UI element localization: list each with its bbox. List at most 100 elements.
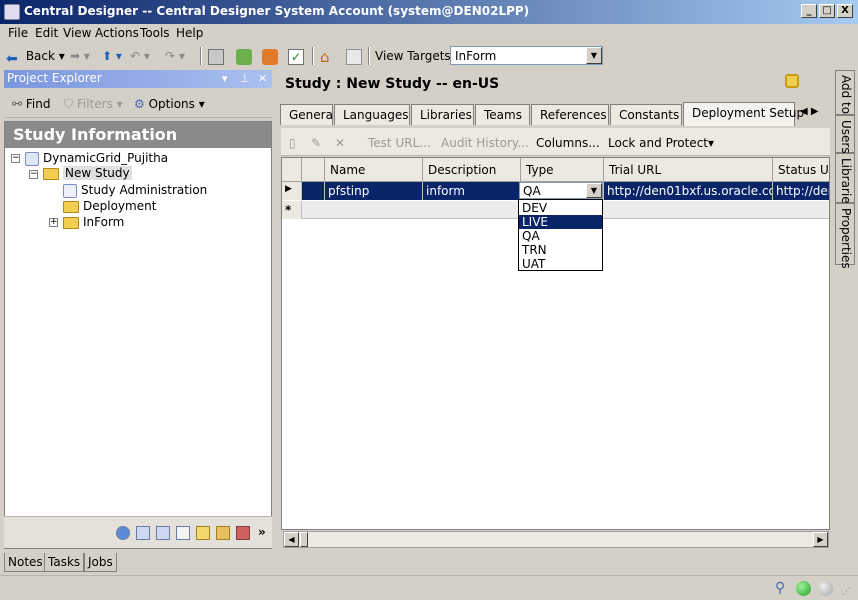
type-option-qa[interactable]: QA	[519, 229, 602, 243]
audit-history-button[interactable]: Audit History...	[441, 136, 529, 150]
forward-button[interactable]: ➡ ▾	[70, 46, 90, 66]
expand-icon[interactable]: +	[49, 218, 58, 227]
scroll-left-icon[interactable]: ◀	[284, 532, 299, 547]
dock-tab-properties[interactable]: Properties	[835, 203, 855, 269]
horizontal-scrollbar[interactable]: ◀ ▶	[283, 531, 829, 548]
tab-deployment-setup[interactable]: Deployment Setup	[683, 102, 804, 126]
scroll-right-icon[interactable]: ▶	[813, 532, 828, 547]
toolbar-separator	[200, 47, 202, 65]
column-header-type[interactable]: Type	[521, 158, 604, 182]
tab-libraries[interactable]: Libraries	[411, 104, 474, 125]
new-row-icon[interactable]: ▯	[289, 136, 296, 150]
more-icon[interactable]: »	[258, 525, 266, 539]
redo-button[interactable]: ↷ ▾	[165, 46, 185, 66]
column-header-status-url[interactable]: Status UR	[773, 158, 829, 182]
type-option-trn[interactable]: TRN	[519, 243, 602, 257]
menu-actions[interactable]: Actions	[95, 26, 139, 40]
tab-general[interactable]: General	[280, 104, 336, 125]
table-cell[interactable]	[302, 182, 325, 200]
document-view-icon[interactable]	[176, 526, 190, 540]
connection-icon: ⚲	[775, 580, 786, 596]
tab-tasks[interactable]: Tasks	[44, 553, 85, 572]
resize-grip-icon[interactable]: ⋰	[842, 587, 851, 597]
table-view-icon[interactable]	[196, 526, 210, 540]
options-button[interactable]: ⚙ Options ▾	[134, 97, 205, 111]
back-button[interactable]: ⬅ Back ▾	[6, 46, 65, 67]
columns-button[interactable]: Columns...	[536, 136, 600, 150]
close-panel-icon[interactable]: ✕	[258, 70, 267, 87]
collapse-icon[interactable]: −	[11, 154, 20, 163]
table-cell-status-url[interactable]: http://den0	[773, 182, 829, 200]
grid-view-icon[interactable]	[156, 526, 170, 540]
tab-teams[interactable]: Teams	[475, 104, 530, 125]
maximize-button[interactable]: □	[819, 4, 835, 18]
menu-edit[interactable]: Edit	[35, 26, 58, 40]
title-bar: Central Designer -- Central Designer Sys…	[0, 0, 858, 24]
type-select[interactable]: QA ▼	[519, 182, 603, 199]
forms-view-icon[interactable]	[136, 526, 150, 540]
eraser-icon[interactable]	[236, 526, 250, 540]
column-header-description[interactable]: Description	[423, 158, 521, 182]
dock-tab-add-to[interactable]: Add to	[835, 70, 855, 115]
unlock-icon[interactable]	[785, 74, 799, 88]
main-toolbar: ⬅ Back ▾ ➡ ▾ ⬆ ▾ ↶ ▾ ↷ ▾ ✓ ⌂ View Target…	[0, 42, 858, 70]
dock-tab-users[interactable]: Users	[835, 115, 855, 154]
validate-button[interactable]: ✓	[288, 46, 304, 66]
collapse-icon[interactable]: −	[29, 170, 38, 179]
copy-button[interactable]	[208, 46, 224, 66]
minimize-button[interactable]: _	[801, 4, 817, 18]
new-row-marker[interactable]: *	[282, 201, 302, 219]
column-header-trial-url[interactable]: Trial URL	[604, 158, 773, 182]
up-arrow-icon: ⬆ ▾	[102, 49, 122, 63]
tab-notes[interactable]: Notes	[4, 553, 47, 572]
menu-help[interactable]: Help	[176, 26, 203, 40]
tree-item-deployment[interactable]: Deployment	[63, 199, 156, 213]
type-option-uat[interactable]: UAT	[519, 257, 602, 271]
type-option-live[interactable]: LIVE	[519, 215, 602, 229]
close-button[interactable]: X	[837, 4, 853, 18]
undo-button[interactable]: ↶ ▾	[130, 46, 150, 66]
scroll-thumb[interactable]	[300, 532, 308, 547]
study-view-icon[interactable]	[116, 526, 130, 540]
type-select-value: QA	[523, 184, 541, 198]
table-cell-trial-url[interactable]: http://den01bxf.us.oracle.com/...	[604, 182, 773, 200]
status-idle-icon	[818, 581, 833, 596]
tab-references[interactable]: References	[531, 104, 609, 125]
lock-protect-button[interactable]: Lock and Protect▾	[608, 136, 714, 150]
dock-tab-libraries[interactable]: Libraries	[835, 153, 855, 210]
chevron-down-icon[interactable]: ▼	[586, 47, 602, 64]
type-option-dev[interactable]: DEV	[519, 201, 602, 215]
project-explorer-title: Project Explorer	[7, 71, 102, 85]
dropdown-icon[interactable]: ▾	[222, 70, 228, 87]
menu-tools[interactable]: Tools	[140, 26, 170, 40]
tab-constants[interactable]: Constants	[610, 104, 682, 125]
chevron-down-icon[interactable]: ▼	[586, 183, 602, 198]
tree-item-label: Study Administration	[81, 183, 208, 197]
view-targets-select[interactable]: InForm ▼	[450, 46, 603, 65]
filters-button[interactable]: ⛉ Filters ▾	[64, 97, 123, 112]
menu-view[interactable]: View	[63, 26, 91, 40]
table-cell-name[interactable]: pfstinp	[325, 182, 423, 200]
tab-languages[interactable]: Languages	[334, 104, 410, 125]
menu-file[interactable]: File	[8, 26, 28, 40]
tree-item-new-study[interactable]: New Study	[43, 166, 132, 180]
checkin-button[interactable]	[236, 46, 252, 66]
table-cell-description[interactable]: inform	[423, 182, 521, 200]
tree-item-inform[interactable]: InForm	[63, 215, 124, 229]
test-url-button[interactable]: Test URL...	[368, 136, 431, 150]
row-indicator[interactable]: ▶	[282, 182, 302, 200]
delete-row-icon[interactable]: ✕	[335, 136, 345, 150]
checkout-button[interactable]	[262, 46, 278, 66]
column-header-name[interactable]: Name	[325, 158, 423, 182]
tab-jobs[interactable]: Jobs	[84, 553, 117, 572]
pin-icon[interactable]: ⊥	[240, 70, 250, 87]
edit-row-icon[interactable]: ✎	[311, 136, 321, 150]
edit-button[interactable]	[346, 46, 362, 66]
find-button[interactable]: ⚯ Find	[12, 97, 50, 111]
tree-item-root[interactable]: DynamicGrid_Pujitha	[25, 151, 168, 166]
tab-scroll-arrows[interactable]: ◀ ▶	[800, 106, 819, 117]
rules-view-icon[interactable]	[216, 526, 230, 540]
tree-item-study-administration[interactable]: Study Administration	[63, 183, 207, 198]
home-button[interactable]: ⌂	[320, 46, 336, 66]
up-button[interactable]: ⬆ ▾	[102, 46, 122, 66]
